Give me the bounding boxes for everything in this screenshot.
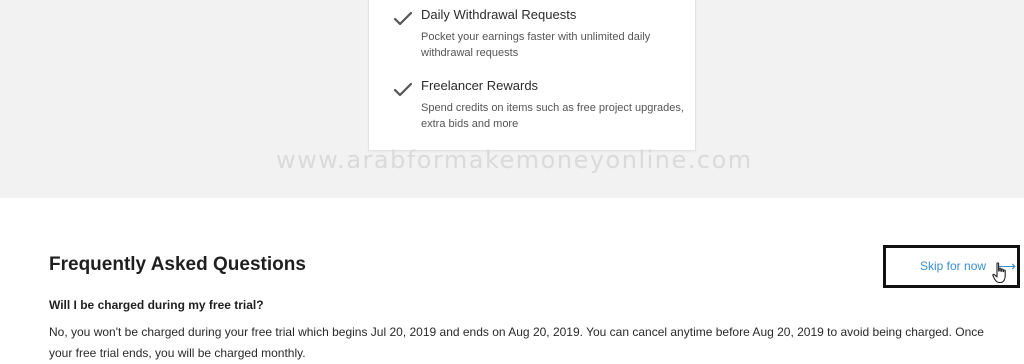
faq-answer: No, you won't be charged during your fre… <box>49 325 984 360</box>
benefit-description: Spend credits on items such as free proj… <box>421 102 684 130</box>
benefit-description: Pocket your earnings faster with unlimit… <box>421 31 651 59</box>
check-icon <box>393 82 413 97</box>
faq-title: Frequently Asked Questions <box>49 254 306 275</box>
benefit-title: Daily Withdrawal Requests <box>421 7 577 22</box>
benefit-title: Freelancer Rewards <box>421 78 539 93</box>
benefits-card: Daily Withdrawal Requests Pocket your ea… <box>368 0 696 151</box>
check-icon <box>393 11 413 26</box>
faq-question: Will I be charged during my free trial? <box>49 298 264 312</box>
watermark: www.arabformakemoneyonline.com <box>276 146 753 174</box>
skip-for-now-link[interactable]: Skip for now <box>920 259 986 273</box>
page: Daily Withdrawal Requests Pocket your ea… <box>0 0 1024 364</box>
hand-cursor-icon <box>992 262 1006 284</box>
